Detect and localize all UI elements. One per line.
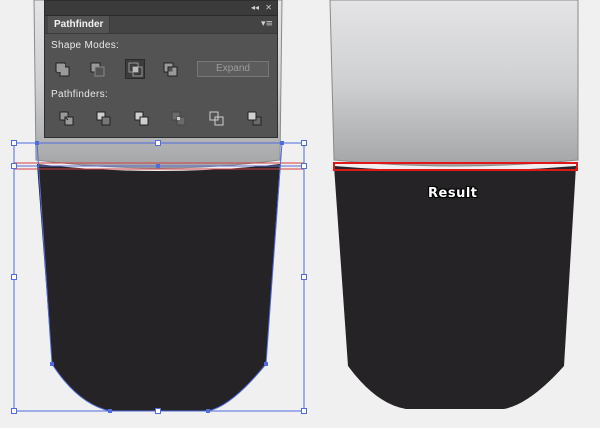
right-body-shape[interactable]: [334, 166, 576, 409]
expand-button[interactable]: Expand: [197, 61, 269, 77]
close-icon[interactable]: ✕: [265, 2, 272, 14]
panel-menu-icon[interactable]: ▾≡: [261, 18, 273, 30]
exclude-button[interactable]: [161, 60, 181, 80]
exclude-icon: [163, 62, 178, 77]
merge-icon: [134, 111, 149, 126]
crop-icon: [171, 111, 186, 126]
minus-front-button[interactable]: [88, 60, 108, 80]
panel-tab-bar: Pathfinder ▾≡: [45, 16, 277, 34]
collapse-icon[interactable]: ◂◂: [251, 2, 259, 14]
shape-modes-label: Shape Modes:: [51, 40, 120, 51]
divide-icon: [59, 111, 74, 126]
outline-button[interactable]: [207, 109, 227, 129]
pathfinders-label: Pathfinders:: [51, 89, 108, 100]
left-body-shape[interactable]: [37, 164, 280, 411]
minus-front-icon: [90, 62, 105, 77]
panel-header-bar[interactable]: ◂◂ ✕: [45, 1, 277, 16]
trim-button[interactable]: [94, 109, 114, 129]
merge-button[interactable]: [132, 109, 152, 129]
tab-pathfinder[interactable]: Pathfinder: [48, 16, 111, 33]
right-cap-shape: [329, 0, 579, 167]
divide-button[interactable]: [57, 109, 77, 129]
result-label: Result: [428, 186, 478, 201]
crop-button[interactable]: [169, 109, 189, 129]
pathfinder-panel: ◂◂ ✕ Pathfinder ▾≡ Shape Modes: Expand P…: [44, 0, 278, 138]
minus-back-icon: [247, 111, 262, 126]
minus-back-button[interactable]: [245, 109, 265, 129]
trim-icon: [96, 111, 111, 126]
unite-icon: [55, 62, 70, 77]
unite-button[interactable]: [53, 60, 73, 80]
intersect-button[interactable]: [125, 59, 145, 79]
intersect-icon: [128, 62, 143, 77]
outline-icon: [209, 111, 224, 126]
